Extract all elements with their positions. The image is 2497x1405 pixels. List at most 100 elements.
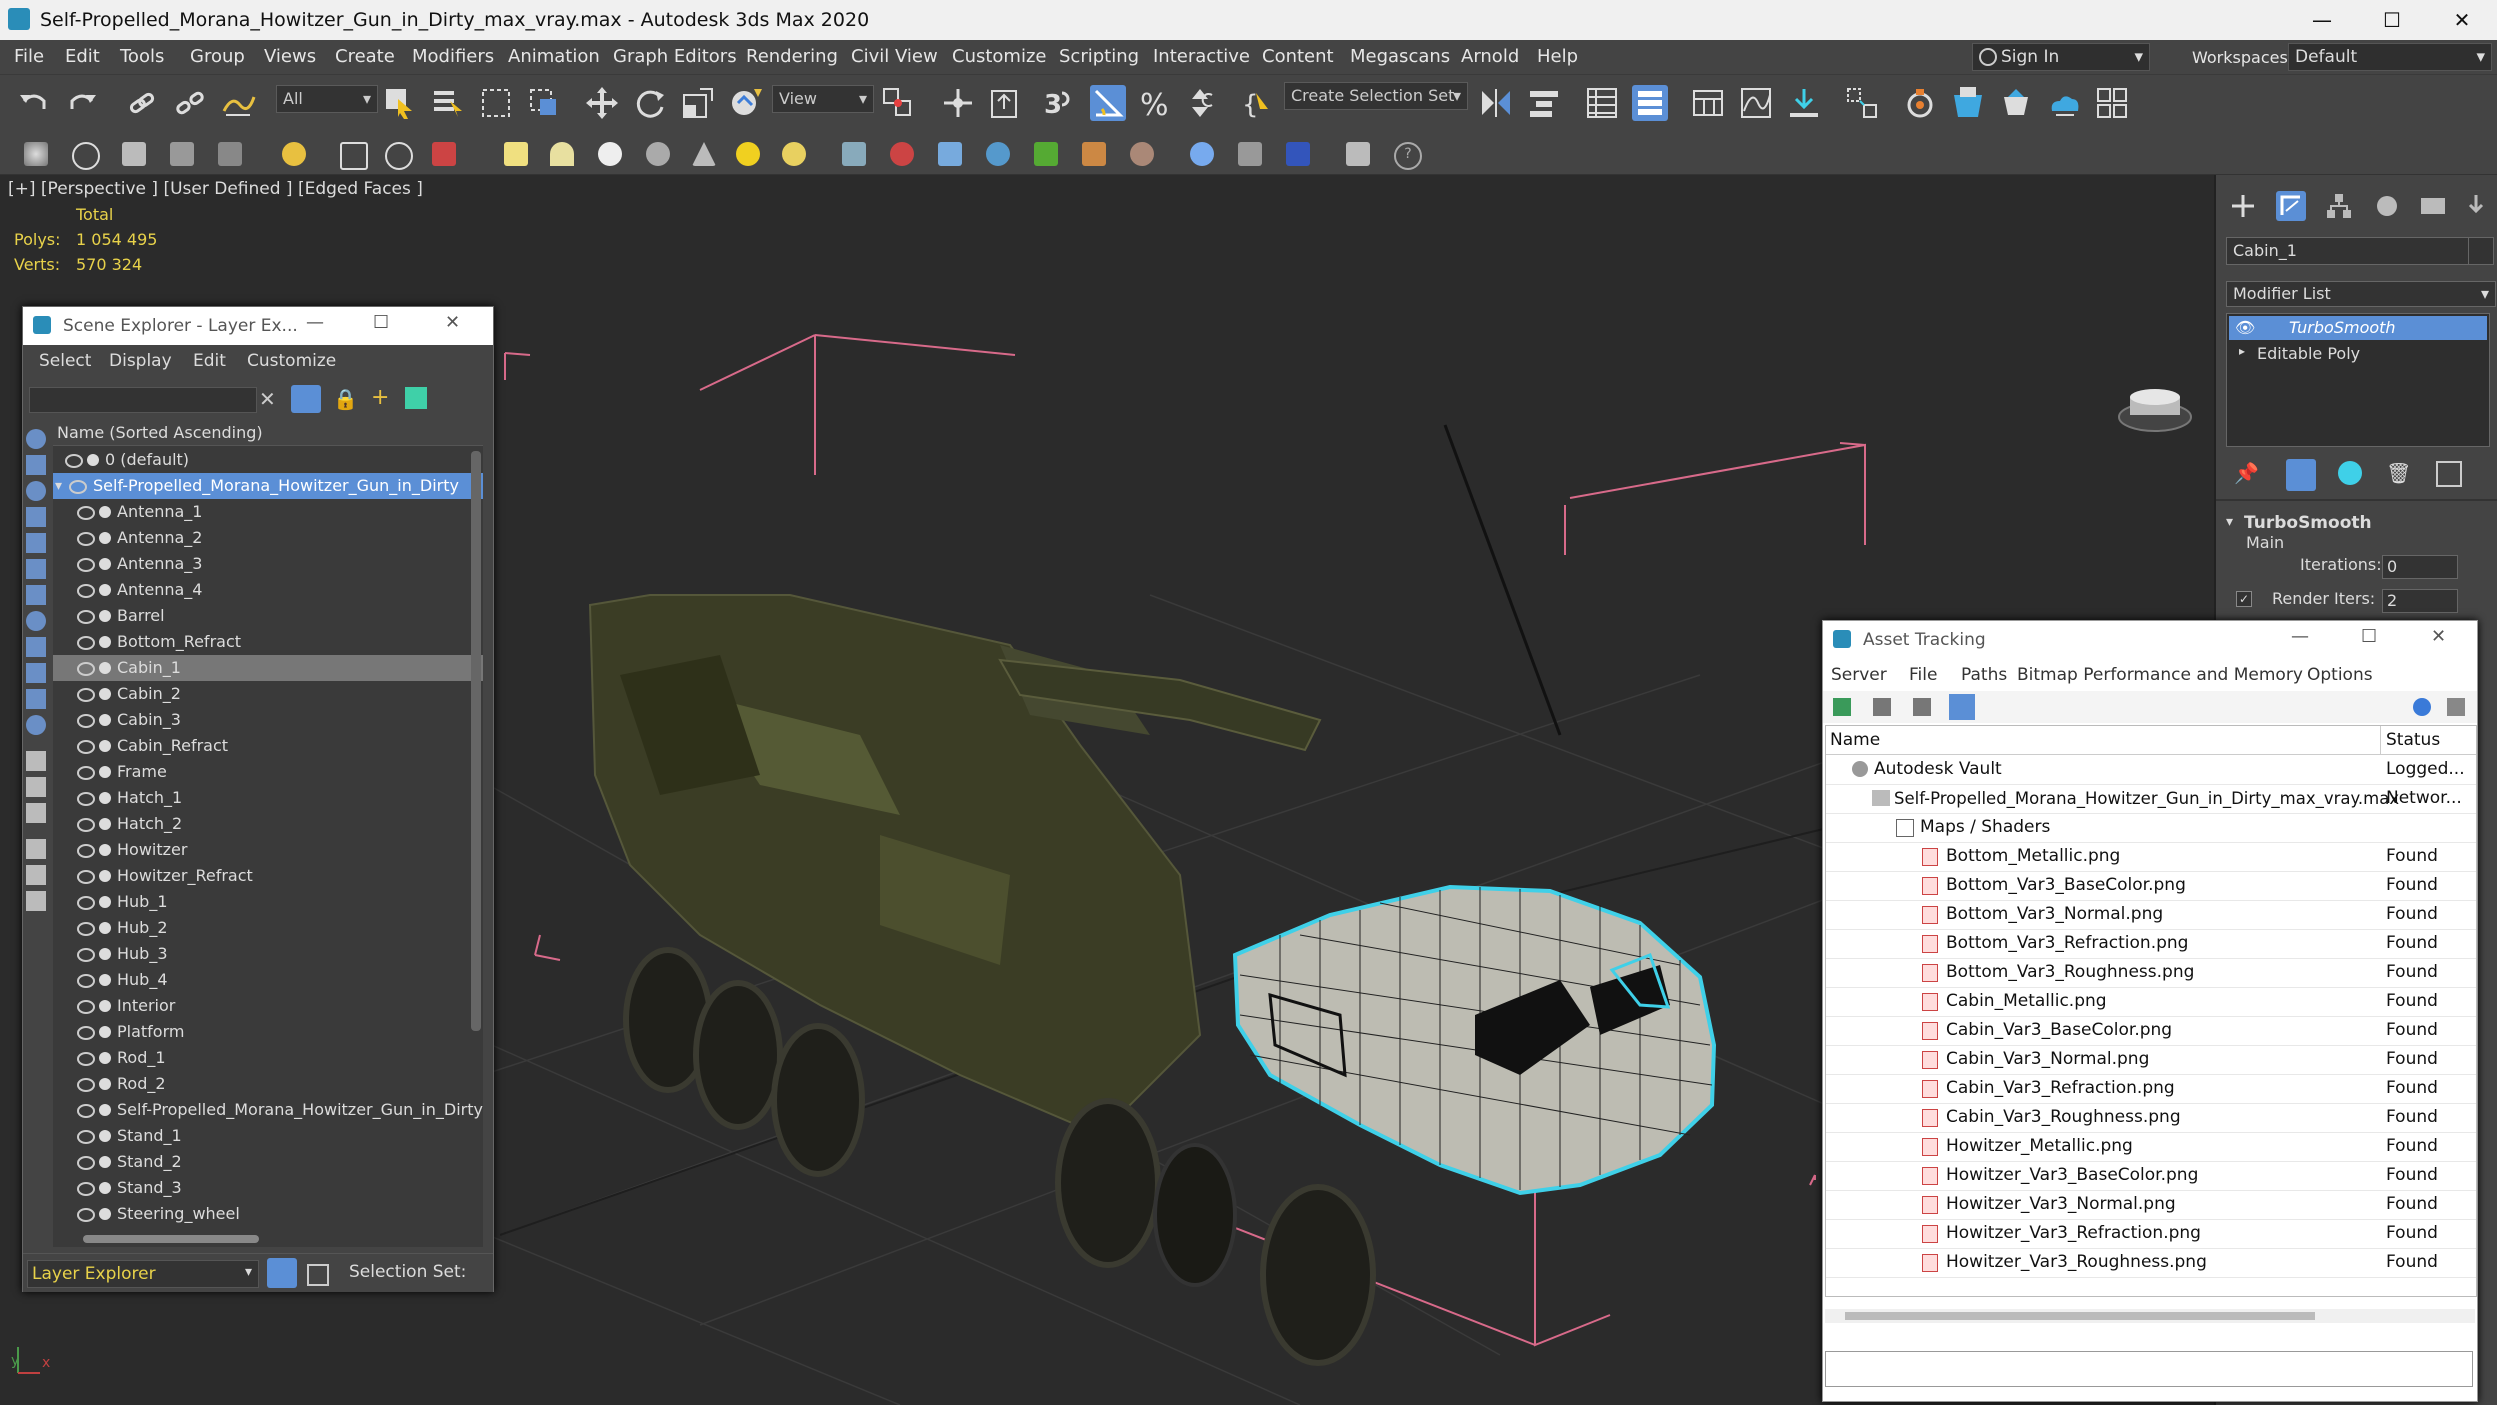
viewcube[interactable] — [2118, 389, 2192, 432]
menu-group[interactable]: Group — [190, 46, 245, 67]
display-lights-icon[interactable] — [26, 481, 46, 501]
toggle-layer-explorer-icon[interactable] — [1632, 85, 1668, 121]
mirror-icon[interactable] — [1478, 85, 1514, 121]
freeze-dot-icon[interactable] — [99, 636, 111, 648]
fur-icon[interactable] — [1130, 142, 1154, 166]
freeze-dot-icon[interactable] — [99, 740, 111, 752]
iterations-spinner[interactable]: 0 — [2382, 555, 2458, 579]
asset-row-map[interactable]: Cabin_Metallic.png Found — [1826, 987, 2476, 1017]
menu-file[interactable]: File — [14, 46, 44, 67]
eye-icon[interactable] — [77, 1156, 95, 1170]
eye-icon[interactable] — [77, 584, 95, 598]
toggle-ribbon-icon[interactable] — [1690, 85, 1726, 121]
vray-sphere-icon[interactable] — [1190, 142, 1214, 166]
freeze-dot-icon[interactable] — [99, 1078, 111, 1090]
layers-footer-icon[interactable] — [267, 1258, 297, 1288]
eye-icon[interactable] — [77, 870, 95, 884]
tree-view-icon[interactable] — [1913, 698, 1931, 716]
horizontal-scrollbar[interactable] — [53, 1231, 483, 1247]
asset-row-map[interactable]: Bottom_Var3_Roughness.png Found — [1826, 958, 2476, 988]
percent-snap-icon[interactable]: % — [1138, 85, 1174, 121]
sphere-wire-icon[interactable] — [72, 142, 100, 170]
eye-icon[interactable] — [77, 948, 95, 962]
tree-item-object[interactable]: Interior — [53, 993, 483, 1019]
freeze-dot-icon[interactable] — [99, 870, 111, 882]
scale-icon[interactable] — [680, 85, 716, 121]
grid-arrangement-icon[interactable] — [2094, 85, 2130, 121]
object-name-input[interactable]: Cabin_1 — [2226, 237, 2474, 265]
clear-search-icon[interactable]: ✕ — [259, 387, 276, 411]
freeze-dot-icon[interactable] — [99, 1026, 111, 1038]
keyboard-shortcut-override-icon[interactable] — [986, 85, 1022, 121]
dome-icon[interactable] — [550, 142, 574, 166]
angle-snap-icon[interactable] — [1090, 85, 1126, 121]
display-groups-icon[interactable] — [26, 585, 46, 605]
tree-item-object[interactable]: Platform — [53, 1019, 483, 1045]
particle-icon[interactable] — [842, 142, 866, 166]
eye-icon[interactable] — [77, 1026, 95, 1040]
rendered-frame-window-icon[interactable] — [1950, 85, 1986, 121]
pin-stack-icon[interactable]: 📌 — [2234, 461, 2259, 485]
tree-item-object[interactable]: Cabin_1 — [53, 655, 483, 681]
freeze-dot-icon[interactable] — [99, 1208, 111, 1220]
spinner-snap-icon[interactable] — [1186, 85, 1222, 121]
camera-icon[interactable] — [340, 142, 368, 170]
tree-item-object[interactable]: Cabin_2 — [53, 681, 483, 707]
eye-icon[interactable] — [77, 818, 95, 832]
invert-display-icon[interactable] — [26, 803, 46, 823]
freeze-dot-icon[interactable] — [99, 610, 111, 622]
eye-icon[interactable] — [77, 792, 95, 806]
plane-icon[interactable] — [218, 142, 242, 166]
mesh-icon[interactable] — [938, 142, 962, 166]
display-shapes-icon[interactable] — [26, 455, 46, 475]
menu-bitmap-performance[interactable]: Bitmap Performance and Memory — [2017, 665, 2303, 685]
object-color-swatch[interactable] — [2468, 237, 2494, 265]
create-selection-set-dropdown[interactable]: Create Selection Set ▾ — [1284, 82, 1468, 110]
make-unique-icon[interactable] — [2338, 461, 2362, 485]
menu-customize[interactable]: Customize — [247, 351, 336, 371]
eye-icon[interactable] — [77, 1208, 95, 1222]
asset-row-map[interactable]: Cabin_Var3_BaseColor.png Found — [1826, 1016, 2476, 1046]
freeze-dot-icon[interactable] — [99, 922, 111, 934]
freeze-dot-icon[interactable] — [99, 1052, 111, 1064]
menu-tools[interactable]: Tools — [120, 46, 164, 67]
display-none-icon[interactable] — [26, 777, 46, 797]
menu-help[interactable]: Help — [1537, 46, 1578, 67]
freeze-dot-icon[interactable] — [99, 1000, 111, 1012]
tree-item-root[interactable]: ▾ Self-Propelled_Morana_Howitzer_Gun_in_D… — [53, 473, 483, 499]
sync-selection-icon[interactable] — [26, 839, 46, 859]
menu-create[interactable]: Create — [335, 46, 395, 67]
redo-icon[interactable] — [64, 85, 100, 121]
eye-icon[interactable] — [69, 480, 87, 494]
tree-item-object[interactable]: Stand_3 — [53, 1175, 483, 1201]
window-crossing-icon[interactable] — [526, 85, 562, 121]
tree-item-object[interactable]: Steering_wheel — [53, 1201, 483, 1227]
column-name-header[interactable]: Name — [1830, 730, 1880, 750]
motion-tab-icon[interactable] — [2372, 191, 2402, 221]
menu-graph-editors[interactable]: Graph Editors — [613, 46, 737, 67]
asset-row-map[interactable]: Howitzer_Metallic.png Found — [1826, 1132, 2476, 1162]
asset-row-map[interactable]: Howitzer_Var3_Roughness.png Found — [1826, 1248, 2476, 1278]
display-helpers-icon[interactable] — [26, 533, 46, 553]
close-button[interactable]: ✕ — [2431, 626, 2446, 647]
asset-row-vault[interactable]: Autodesk Vault Logged... — [1826, 755, 2476, 785]
eye-icon[interactable] — [77, 922, 95, 936]
menu-rendering[interactable]: Rendering — [746, 46, 838, 67]
freeze-dot-icon[interactable] — [99, 974, 111, 986]
asset-row-map[interactable]: Howitzer_Var3_Refraction.png Found — [1826, 1219, 2476, 1249]
refresh-icon[interactable] — [1833, 698, 1851, 716]
tree-item-object[interactable]: Antenna_1 — [53, 499, 483, 525]
tree-item-object[interactable]: Hatch_2 — [53, 811, 483, 837]
asset-row-map[interactable]: Bottom_Var3_BaseColor.png Found — [1826, 871, 2476, 901]
tree-column-header[interactable]: Name (Sorted Ascending) — [53, 421, 483, 446]
display-all-icon[interactable] — [26, 751, 46, 771]
menu-civil-view[interactable]: Civil View — [851, 46, 938, 67]
freeze-dot-icon[interactable] — [99, 844, 111, 856]
place-icon[interactable] — [728, 85, 764, 121]
eye-icon[interactable] — [77, 766, 95, 780]
explorer-type-dropdown[interactable]: Layer Explorer ▾ — [27, 1260, 259, 1288]
sphere-icon[interactable] — [598, 142, 622, 166]
globe-icon[interactable] — [986, 142, 1010, 166]
close-button[interactable]: ✕ — [2427, 0, 2497, 40]
rectangle-shape-icon[interactable] — [504, 142, 528, 166]
